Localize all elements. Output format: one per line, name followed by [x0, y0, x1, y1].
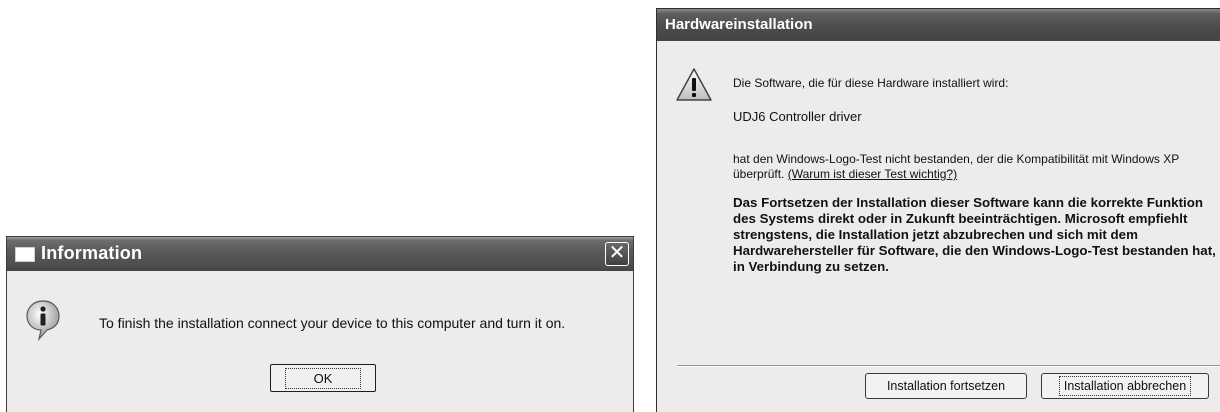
- warning-text: Das Fortsetzen der Installation dieser S…: [733, 195, 1216, 274]
- dialog-title: Information: [41, 243, 143, 263]
- close-icon: ✕: [608, 242, 626, 264]
- information-dialog: Information ✕ To finish the installation…: [6, 236, 634, 412]
- information-icon: [26, 300, 60, 341]
- separator: [677, 365, 1220, 367]
- cancel-installation-label: Installation abbrechen: [1058, 376, 1192, 396]
- title-bar[interactable]: Information ✕: [7, 237, 633, 271]
- close-button[interactable]: ✕: [605, 242, 629, 266]
- hardware-installation-dialog: Hardwareinstallation Die Software, die f…: [656, 8, 1220, 412]
- logo-test-text: hat den Windows-Logo-Test nicht bestande…: [733, 152, 1203, 182]
- cancel-installation-button[interactable]: Installation abbrechen: [1041, 373, 1209, 399]
- software-intro-text: Die Software, die für diese Hardware ins…: [733, 76, 1009, 90]
- ok-button[interactable]: OK: [270, 364, 376, 392]
- dialog-title: Hardwareinstallation: [665, 16, 813, 33]
- ok-button-label: OK: [284, 367, 362, 389]
- why-important-link[interactable]: (Warum ist dieser Test wichtig?): [788, 167, 957, 181]
- info-message: To finish the installation connect your …: [99, 315, 566, 331]
- continue-installation-button[interactable]: Installation fortsetzen: [865, 373, 1027, 399]
- title-bar[interactable]: Hardwareinstallation: [657, 9, 1220, 41]
- warning-icon: [676, 68, 712, 101]
- window-icon: [15, 247, 35, 262]
- continue-installation-label: Installation fortsetzen: [886, 379, 1006, 393]
- driver-name: UDJ6 Controller driver: [733, 109, 862, 124]
